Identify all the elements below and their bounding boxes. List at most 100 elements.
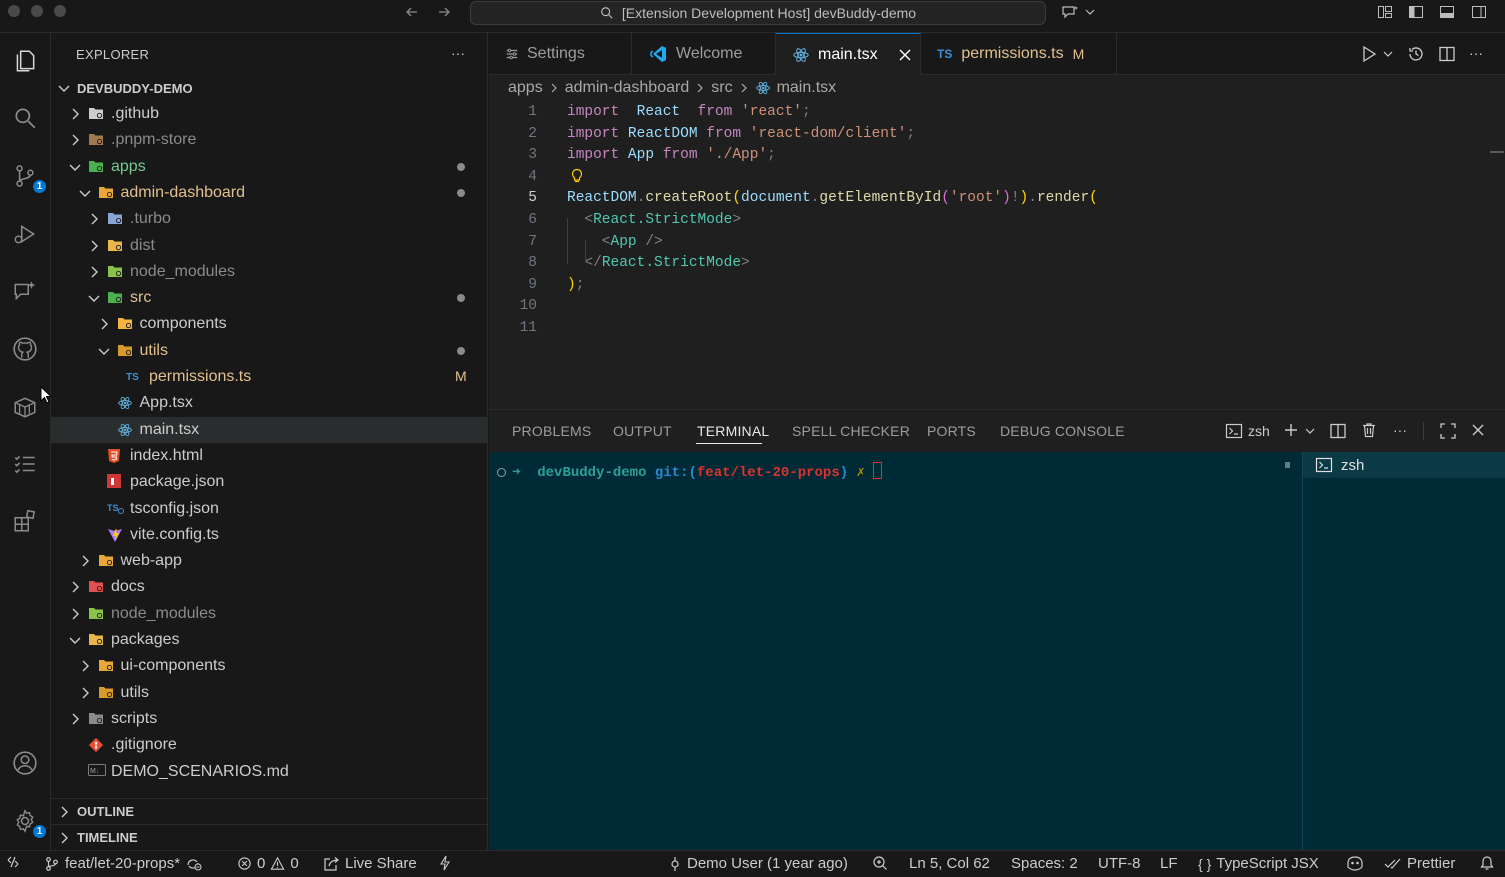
tree-item[interactable]: .turbo [51,206,487,232]
more-actions-button[interactable]: ··· [451,45,465,61]
tree-item[interactable]: package.json [51,469,487,495]
tree-item[interactable]: .pnpm-store [51,127,487,153]
chat-sparkle-icon[interactable] [7,273,43,309]
tree-item[interactable]: node_modules [51,259,487,285]
split-terminal-icon[interactable] [1329,422,1347,440]
search-icon[interactable] [7,100,43,136]
copilot-chat-icon[interactable] [1061,4,1078,20]
tree-item[interactable]: packages [51,627,487,653]
tree-item[interactable]: apps [51,154,487,180]
tree-item[interactable]: App.tsx [51,390,487,416]
tree-item[interactable]: src [51,285,487,311]
toggle-panel-icon[interactable] [1439,4,1455,20]
tree-item[interactable]: ui-components [51,653,487,679]
back-arrow-icon[interactable] [404,4,420,20]
copilot-icon[interactable] [1345,855,1365,871]
breadcrumb-item[interactable]: admin-dashboard [565,79,690,97]
problems-status[interactable]: 0 0 [237,855,299,872]
breadcrumb-item[interactable]: apps [508,79,543,97]
task-list-icon[interactable] [7,446,43,482]
breadcrumb-item[interactable]: main.tsx [777,79,837,97]
tab-settings[interactable]: Settings [489,33,632,75]
tree-item[interactable]: utils [51,680,487,706]
minimize-window-button[interactable] [31,5,43,17]
panel-tab-spell-checker[interactable]: SPELL CHECKER [792,423,910,439]
git-blame-status[interactable]: Demo User (1 year ago) [668,855,848,872]
tree-item[interactable]: main.tsx [51,417,487,443]
tab-permissions-ts[interactable]: TS permissions.ts M [921,33,1117,75]
maximize-panel-icon[interactable] [1439,422,1457,440]
account-icon[interactable] [7,745,43,781]
indentation-status[interactable]: Spaces: 2 [1011,855,1078,872]
toggle-primary-sidebar-icon[interactable] [1408,4,1424,20]
panel-tab-debug-console[interactable]: DEBUG CONSOLE [1000,423,1125,439]
explorer-icon[interactable] [7,43,43,79]
new-terminal-icon[interactable] [1283,422,1299,438]
tree-item[interactable]: .github [51,101,487,127]
split-editor-icon[interactable] [1438,45,1456,63]
run-icon[interactable] [1361,45,1377,63]
tree-item[interactable]: docs [51,574,487,600]
language-mode[interactable]: { } TypeScript JSX [1198,855,1319,872]
tree-item[interactable]: index.html [51,443,487,469]
tree-item[interactable]: dist [51,233,487,259]
tree-item[interactable]: TS permissions.ts M [51,364,487,390]
tree-item[interactable]: scripts [51,706,487,732]
encoding-status[interactable]: UTF-8 [1098,855,1141,872]
branch-status[interactable]: feat/let-20-props* [44,855,203,872]
tree-item[interactable]: vite.config.ts [51,522,487,548]
tree-item[interactable]: web-app [51,548,487,574]
terminal-view[interactable]: ➜ devBuddy-demo git:(feat/let-20-props) … [489,452,1302,851]
github-icon[interactable] [7,331,43,367]
toggle-secondary-sidebar-icon[interactable] [1471,4,1487,20]
tab-welcome[interactable]: Welcome [632,33,776,75]
eol-status[interactable]: LF [1160,855,1178,872]
code-editor[interactable]: 1 import React from 'react'; 2 import React… [489,101,1505,409]
panel-tab-output[interactable]: OUTPUT [613,423,672,439]
zoom-icon[interactable] [872,855,888,871]
lightbulb-icon[interactable] [570,168,584,184]
chevron-down-icon[interactable] [1084,6,1100,22]
forward-arrow-icon[interactable] [436,4,452,20]
history-icon[interactable] [1407,45,1425,63]
command-center[interactable]: [Extension Development Host] devBuddy-de… [470,1,1046,25]
tree-item[interactable]: TS tsconfig.json [51,496,487,522]
timeline-section[interactable]: TIMELINE [51,824,487,850]
package-box-icon[interactable] [7,389,43,425]
tree-item[interactable]: node_modules [51,601,487,627]
tree-item[interactable]: utils [51,338,487,364]
panel-more-icon[interactable]: ··· [1393,422,1407,438]
terminal-list-item[interactable]: zsh [1303,452,1505,478]
prettier-status[interactable]: Prettier [1384,855,1455,872]
trash-icon[interactable] [1360,421,1378,439]
cursor-position[interactable]: Ln 5, Col 62 [909,855,990,872]
outline-section[interactable]: OUTLINE [51,798,487,824]
run-debug-icon[interactable] [7,216,43,252]
chevron-down-icon[interactable] [1382,48,1394,60]
close-icon[interactable] [898,48,912,62]
source-control-icon[interactable]: 1 [7,158,48,195]
panel-tab-problems[interactable]: PROBLEMS [512,423,591,439]
extensions-icon[interactable] [7,503,43,539]
panel-tab-terminal[interactable]: TERMINAL [697,423,769,439]
lightning-icon[interactable] [438,855,452,871]
bell-icon[interactable] [1479,855,1495,871]
remote-indicator[interactable] [6,855,20,869]
terminal-shell-icon[interactable] [1225,422,1243,440]
close-window-button[interactable] [8,5,20,17]
tree-item[interactable]: M↓ DEMO_SCENARIOS.md [51,759,487,785]
close-panel-icon[interactable] [1471,423,1485,437]
tree-item[interactable]: components [51,311,487,337]
tab-main-tsx[interactable]: main.tsx [776,33,921,75]
tree-item[interactable]: admin-dashboard [51,180,487,206]
editor-more-icon[interactable]: ··· [1469,45,1483,61]
shell-label[interactable]: zsh [1248,423,1270,439]
workspace-root[interactable]: DEVBUDDY-DEMO [51,75,487,101]
gear-icon[interactable]: 1 [7,803,48,840]
chevron-down-icon[interactable] [1304,425,1316,437]
panel-tab-ports[interactable]: PORTS [927,423,976,439]
maximize-window-button[interactable] [54,5,66,17]
live-share-button[interactable]: Live Share [323,855,417,872]
tree-item[interactable]: .gitignore [51,732,487,758]
breadcrumb-item[interactable]: src [711,79,732,97]
